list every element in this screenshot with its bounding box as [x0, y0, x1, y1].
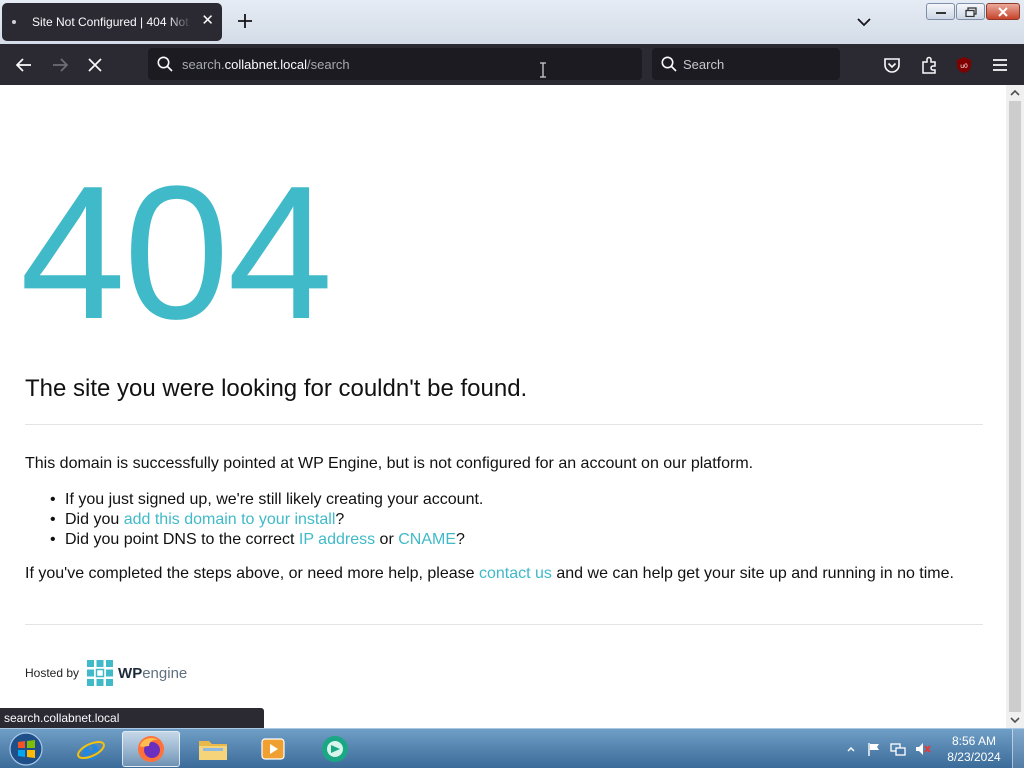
- window-restore-button[interactable]: [956, 3, 985, 20]
- link-status-tooltip: search.collabnet.local: [0, 708, 264, 728]
- show-desktop-button[interactable]: [1012, 729, 1024, 769]
- folder-icon: [199, 741, 227, 760]
- volume-muted-icon[interactable]: [914, 741, 932, 757]
- new-tab-plus-icon[interactable]: [234, 10, 256, 32]
- scroll-up-arrow-icon[interactable]: [1010, 88, 1020, 98]
- list-all-tabs-chevron-down-icon[interactable]: [854, 12, 874, 32]
- step-text: ?: [456, 531, 465, 548]
- vertical-scrollbar[interactable]: [1006, 85, 1024, 728]
- svg-text:u0: u0: [960, 63, 968, 70]
- divider: [25, 424, 983, 425]
- list-item: If you just signed up, we're still likel…: [50, 490, 484, 510]
- add-domain-link[interactable]: add this domain to your install: [124, 511, 336, 528]
- network-icon[interactable]: [890, 741, 906, 757]
- close-x-icon: [998, 6, 1008, 17]
- wp-engine-logo-icon[interactable]: [87, 660, 114, 686]
- step-text: or: [375, 531, 399, 548]
- taskbar-firefox[interactable]: [122, 731, 180, 767]
- error-code-404: 404: [20, 147, 333, 359]
- taskbar-media-player[interactable]: [244, 731, 302, 767]
- chat-app-icon: [322, 736, 348, 762]
- list-item: Did you add this domain to your install?: [50, 510, 483, 530]
- address-bar[interactable]: search.collabnet.local/search: [148, 48, 642, 80]
- list-item: Did you point DNS to the correct IP addr…: [50, 530, 483, 550]
- hosted-by-label: Hosted by: [25, 666, 80, 680]
- search-bar[interactable]: Search: [652, 48, 840, 80]
- restore-icon: [964, 6, 977, 17]
- logo-wp-text: WP: [118, 664, 143, 682]
- stop-loading-x-icon[interactable]: [84, 54, 106, 76]
- start-button-windows-icon[interactable]: [6, 731, 46, 767]
- navigation-toolbar: search.collabnet.local/search Search u0: [0, 44, 1024, 85]
- show-hidden-icons-chevron-up-icon[interactable]: [846, 744, 856, 754]
- clock-time: 8:56 AM: [951, 734, 997, 748]
- forward-arrow-icon[interactable]: [49, 54, 71, 76]
- clock-date: 8/23/2024: [947, 750, 1001, 764]
- url-subdomain: search.: [182, 57, 225, 72]
- window-minimize-button[interactable]: [926, 3, 955, 20]
- windows-taskbar: e 8:56 AM 8/23/2024: [0, 728, 1024, 769]
- scrollbar-thumb[interactable]: [1009, 101, 1021, 712]
- minimize-icon: [935, 11, 946, 14]
- help-text-post: and we can help get your site up and run…: [551, 565, 954, 582]
- cname-link[interactable]: CNAME: [398, 531, 456, 548]
- tab-close-icon[interactable]: ✕: [201, 13, 214, 29]
- text-cursor-ibeam-icon: [540, 62, 546, 78]
- tab-title: Site Not Configured | 404 Not Found: [32, 15, 192, 29]
- url-host: collabnet.local: [224, 57, 308, 72]
- search-icon: [157, 56, 173, 72]
- hamburger-menu-icon[interactable]: [989, 54, 1011, 76]
- taskbar-file-explorer[interactable]: [184, 731, 242, 767]
- url-path: /search: [307, 57, 350, 72]
- description-text: This domain is successfully pointed at W…: [25, 455, 754, 472]
- help-text-pre: If you've completed the steps above, or …: [25, 565, 479, 582]
- window-close-button[interactable]: [986, 3, 1020, 20]
- back-arrow-icon[interactable]: [13, 54, 35, 76]
- step-text: Did you point DNS to the correct: [65, 531, 299, 548]
- search-placeholder: Search: [683, 57, 725, 72]
- internet-explorer-icon: e: [77, 734, 105, 764]
- page-headline: The site you were looking for couldn't b…: [25, 375, 528, 402]
- scroll-down-arrow-icon[interactable]: [1010, 715, 1020, 725]
- logo-engine-text: engine: [142, 664, 188, 682]
- ip-address-link[interactable]: IP address: [299, 531, 375, 548]
- help-text: If you've completed the steps above, or …: [25, 565, 954, 583]
- taskbar-internet-explorer[interactable]: e: [62, 731, 120, 767]
- extensions-puzzle-icon[interactable]: [918, 54, 940, 76]
- tab-strip: Site Not Configured | 404 Not Found ✕: [0, 0, 1024, 44]
- svg-text:e: e: [82, 734, 100, 764]
- tab-favicon-icon: [12, 20, 16, 24]
- step-text: If you just signed up, we're still likel…: [65, 491, 484, 508]
- action-center-flag-icon[interactable]: [866, 741, 882, 757]
- page-content: 404 The site you were looking for couldn…: [0, 85, 1006, 728]
- firefox-icon: [138, 736, 164, 762]
- step-text: ?: [335, 511, 345, 528]
- browser-tab-active[interactable]: Site Not Configured | 404 Not Found ✕: [2, 3, 222, 41]
- taskbar-clock[interactable]: 8:56 AM 8/23/2024: [940, 733, 1008, 765]
- divider: [25, 624, 983, 625]
- address-url: search.collabnet.local/search: [182, 57, 350, 72]
- pocket-icon[interactable]: [881, 54, 903, 76]
- search-icon: [661, 56, 677, 72]
- step-text: Did you: [65, 511, 124, 528]
- hosted-by: Hosted by WP engine: [25, 660, 187, 686]
- ublock-origin-icon[interactable]: u0: [953, 54, 975, 76]
- media-player-icon: [261, 738, 285, 760]
- contact-us-link[interactable]: contact us: [479, 565, 552, 582]
- steps-list: If you just signed up, we're still likel…: [25, 490, 483, 550]
- taskbar-app-teal[interactable]: [306, 731, 364, 767]
